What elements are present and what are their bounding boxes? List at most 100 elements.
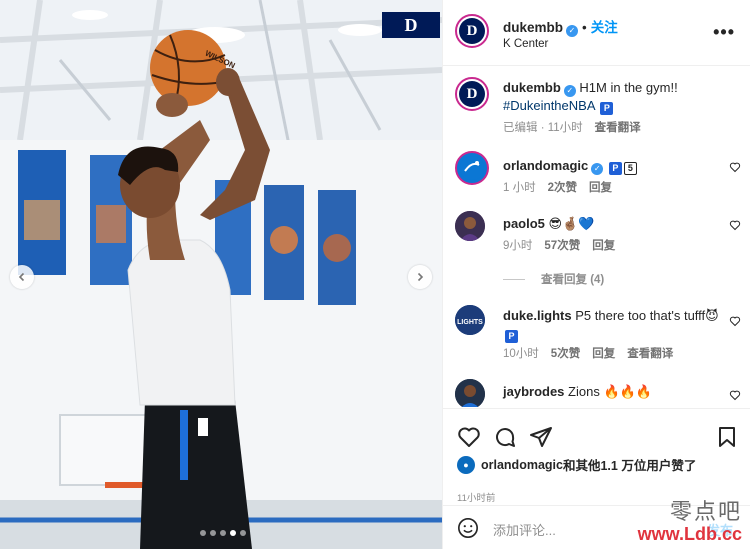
comment-body: Zions 🔥🔥🔥 [568,384,653,399]
comment-bubble-icon[interactable] [493,425,517,449]
verified-badge-icon: ✓ [591,163,604,175]
separator-dot: • [582,20,587,35]
hashtag-link[interactable]: #DukeintheNBA [503,98,595,113]
chevron-left-icon [18,272,25,282]
post-sidebar: D dukembb ✓ • 关注 K Center ••• D dukembb ✓ H1… [442,0,750,549]
carousel-dot[interactable] [200,530,206,536]
comment-username[interactable]: jaybrodes [503,384,564,399]
caption-author-avatar[interactable]: D [455,77,489,111]
paolo5-avatar[interactable] [455,211,485,241]
post-timestamp: 11小时前 [457,493,496,504]
duke-logo-letter: D [404,14,418,35]
post-modal: D WILSON D dukembb ✓ • 关注 K Center ••• D… [0,0,750,549]
carousel-dot[interactable] [210,530,216,536]
post-photo[interactable]: D WILSON [0,0,442,549]
bookmark-icon[interactable] [715,425,739,449]
caption-text: dukembb ✓ H1M in the gym!! #DukeintheNBA … [503,79,721,115]
chevron-right-icon [417,272,424,282]
orlando-magic-avatar[interactable] [455,151,489,185]
header-name-row: dukembb ✓ • 关注 [503,16,618,37]
comment-meta: 10小时 5次赞 回复 查看翻译 [503,345,673,361]
comment-meta: 9小时 57次赞 回复 [503,237,615,253]
comment-username[interactable]: duke.lights [503,308,572,323]
follow-button[interactable]: 关注 [591,20,618,35]
svg-text:LIGHTS: LIGHTS [457,319,483,326]
comment-meta: 1 小时 2次赞 回复 [503,179,612,195]
likes-summary: ● orlandomagic 和其他1.1 万位用户赞了 [457,455,696,474]
carousel-dot[interactable] [240,530,246,536]
verified-badge-icon: ✓ [566,25,579,37]
likes-suffix[interactable]: 和其他1.1 万位用户赞了 [563,455,696,474]
edited-time: 已编辑 · 11小时 [503,122,583,134]
comment-item: orlandomagic ✓ P5 1 小时 2次赞 回复 [455,151,745,201]
comment-time: 1 小时 [503,182,536,194]
carousel-dot-active[interactable] [230,530,236,536]
caption-meta: 已编辑 · 11小时 查看翻译 [503,119,641,135]
liker-avatar-icon[interactable]: ● [457,455,475,474]
comment-like-heart-icon[interactable] [729,389,741,401]
comment-likes[interactable]: 2次赞 [548,179,577,195]
reply-button[interactable]: 回复 [589,179,612,195]
liker-username[interactable]: orlandomagic [481,458,563,472]
post-header: D dukembb ✓ • 关注 K Center ••• [443,0,750,66]
add-comment-bar: 添加评论... 发布 [443,505,750,549]
see-translation-link[interactable]: 查看翻译 [595,119,641,135]
comment-text: paolo5 😎🤞🏽💙 [503,215,721,233]
p-tag-icon: P [600,102,614,115]
comment-text: orlandomagic ✓ P5 [503,157,721,175]
more-options-icon[interactable]: ••• [713,22,735,43]
comment-likes[interactable]: 57次赞 [544,237,580,253]
user-avatar-icon [455,211,485,241]
gym-scene [0,0,442,549]
view-replies-label: 查看回复 (4) [541,274,605,286]
share-send-icon[interactable] [529,425,553,449]
carousel-dot[interactable] [220,530,226,536]
comment-username[interactable]: orlandomagic [503,158,588,173]
author-username[interactable]: dukembb [503,20,563,35]
replies-divider [503,278,525,280]
user-avatar-icon [455,379,485,407]
caption: D dukembb ✓ H1M in the gym!! #DukeintheNB… [455,77,745,137]
duke-lights-avatar[interactable]: LIGHTS [455,305,485,335]
emoji-icon[interactable] [457,517,479,539]
add-comment-input[interactable]: 添加评论... [493,520,556,539]
like-heart-icon[interactable] [457,425,481,449]
comment-body: P5 there too that's tufff😈 [575,308,719,323]
reply-button[interactable]: 回复 [592,237,615,253]
comment-text: duke.lights P5 there too that's tufff😈 P [503,307,721,343]
comment-item: paolo5 😎🤞🏽💙 9小时 57次赞 回复 查看回复 (4) [455,209,745,289]
duke-logo-icon: D [459,81,485,107]
carousel-next-button[interactable] [408,265,432,289]
five-tag-icon: 5 [623,162,637,175]
caption-username[interactable]: dukembb [503,80,561,95]
duke-logo-icon: D [459,18,485,44]
caption-body: H1M in the gym!! [579,80,678,95]
comment-like-heart-icon[interactable] [729,161,741,173]
view-replies-button[interactable]: 查看回复 (4) [503,271,604,287]
lights-logo-icon: LIGHTS [455,305,485,335]
post-comment-button[interactable]: 发布 [707,520,733,539]
p-tag-icon: P [505,330,518,343]
comment-like-heart-icon[interactable] [729,315,741,327]
author-avatar[interactable]: D [455,14,489,48]
avatar-letter: D [466,22,478,39]
comment-like-heart-icon[interactable] [729,219,741,231]
comment-likes[interactable]: 5次赞 [551,345,580,361]
magic-logo-icon [460,156,484,180]
avatar-letter: D [466,85,478,102]
see-translation-link[interactable]: 查看翻译 [627,345,673,361]
carousel-prev-button[interactable] [10,265,34,289]
reply-button[interactable]: 回复 [592,345,615,361]
jaybrodes-avatar[interactable] [455,379,485,407]
duke-logo-badge: D [382,12,440,38]
comment-item: jaybrodes Zions 🔥🔥🔥 [455,379,745,407]
carousel-dots [200,530,246,536]
location-link[interactable]: K Center [503,38,548,50]
comment-username[interactable]: paolo5 [503,216,545,231]
p-tag-icon: P [608,162,622,175]
verified-badge-icon: ✓ [563,85,576,97]
comment-time: 9小时 [503,240,533,252]
comment-body: 😎🤞🏽💙 [548,216,595,231]
comment-item: LIGHTS duke.lights P5 there too that's t… [455,305,745,375]
comments-list: D dukembb ✓ H1M in the gym!! #DukeintheNB… [443,67,750,407]
